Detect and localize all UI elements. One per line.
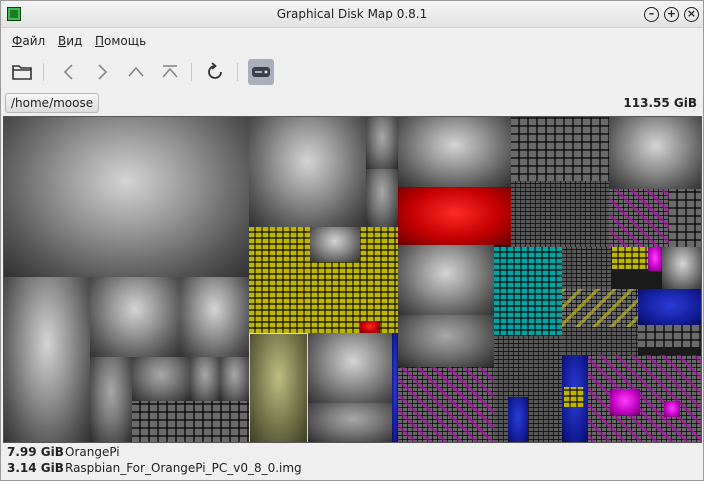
back-button[interactable] <box>56 59 82 85</box>
up-button[interactable] <box>123 59 149 85</box>
treemap-tile[interactable] <box>90 277 180 357</box>
maximize-button[interactable]: + <box>664 7 679 22</box>
treemap-tile[interactable] <box>609 189 669 247</box>
treemap-tile[interactable] <box>398 315 494 367</box>
reload-button[interactable] <box>202 59 228 85</box>
treemap-tile[interactable] <box>612 247 648 269</box>
treemap-tile[interactable] <box>511 181 609 247</box>
treemap-tile[interactable] <box>669 189 701 247</box>
status-row-selected: 3.14 GiBRaspbian_For_OrangePi_PC_v0_8_0.… <box>7 461 302 477</box>
treemap-tile[interactable] <box>4 277 90 442</box>
treemap-tile[interactable] <box>562 289 638 327</box>
path-bar: /home/moose 113.55 GiB <box>1 91 703 115</box>
go-top-button[interactable] <box>157 59 183 85</box>
minimize-button[interactable]: – <box>644 7 659 22</box>
menu-bar: Файл Вид Помощь <box>1 29 703 53</box>
treemap-tile[interactable] <box>494 247 562 335</box>
app-window: Graphical Disk Map 0.8.1 – + × Файл Вид … <box>0 0 704 481</box>
status-row-hovered: 7.99 GiBOrangePi <box>7 445 120 461</box>
treemap-tile[interactable] <box>664 401 680 417</box>
treemap-tile[interactable] <box>90 357 132 442</box>
menu-file[interactable]: Файл <box>12 34 45 48</box>
treemap-tile[interactable] <box>609 117 701 189</box>
path-breadcrumb-button[interactable]: /home/moose <box>5 93 100 113</box>
treemap-tile[interactable] <box>366 117 398 169</box>
toolbar <box>1 55 703 89</box>
status-size: 3.14 GiB <box>7 461 64 475</box>
folder-icon <box>12 65 32 80</box>
treemap-tile[interactable] <box>562 327 638 355</box>
treemap-tile[interactable] <box>4 117 249 277</box>
treemap-tile[interactable] <box>494 335 562 442</box>
treemap-tile[interactable] <box>562 247 612 289</box>
go-top-icon <box>162 65 178 78</box>
treemap-tile[interactable] <box>360 321 380 333</box>
status-bar: 7.99 GiBOrangePi 3.14 GiBRaspbian_For_Or… <box>1 444 703 480</box>
treemap-tile[interactable] <box>398 367 494 442</box>
treemap-tile[interactable] <box>190 357 220 401</box>
treemap-tile[interactable] <box>508 397 528 442</box>
treemap-tile[interactable] <box>132 357 190 401</box>
drive-icon <box>252 67 270 77</box>
treemap-tile[interactable] <box>366 169 398 227</box>
toolbar-separator <box>191 63 192 81</box>
treemap-tile[interactable] <box>648 247 662 271</box>
toolbar-separator <box>237 63 238 81</box>
toolbar-separator <box>43 63 44 81</box>
treemap-tile[interactable] <box>638 325 701 347</box>
status-name: Raspbian_For_OrangePi_PC_v0_8_0.img <box>65 461 302 475</box>
treemap-tile[interactable] <box>398 187 511 245</box>
total-size: 113.55 GiB <box>623 96 697 110</box>
treemap-tile[interactable] <box>638 289 701 325</box>
treemap-tile[interactable] <box>662 247 701 289</box>
treemap-tile[interactable] <box>180 277 249 357</box>
treemap-tile[interactable] <box>398 245 494 315</box>
menu-view[interactable]: Вид <box>58 34 82 48</box>
title-bar[interactable]: Graphical Disk Map 0.8.1 – + × <box>1 1 703 28</box>
treemap-tile[interactable] <box>132 401 249 442</box>
window-title: Graphical Disk Map 0.8.1 <box>276 7 428 21</box>
treemap-tile[interactable] <box>308 403 398 442</box>
treemap-tile[interactable] <box>308 333 398 403</box>
reload-icon <box>208 62 222 79</box>
menu-help[interactable]: Помощь <box>95 34 146 48</box>
chevron-up-icon <box>128 66 144 77</box>
treemap-tile-selected[interactable] <box>249 333 308 442</box>
treemap-tile[interactable] <box>398 117 511 187</box>
treemap-tile[interactable] <box>564 387 584 407</box>
forward-button[interactable] <box>89 59 115 85</box>
treemap-tile[interactable] <box>610 389 640 415</box>
treemap-tile[interactable] <box>511 117 609 181</box>
treemap-tile[interactable] <box>310 227 360 262</box>
chevron-left-icon <box>63 64 73 80</box>
open-folder-button[interactable] <box>9 59 35 85</box>
close-button[interactable]: × <box>684 7 699 22</box>
status-size: 7.99 GiB <box>7 445 64 459</box>
disk-treemap[interactable] <box>3 116 702 443</box>
drive-button[interactable] <box>248 59 274 85</box>
treemap-tile[interactable] <box>249 117 366 227</box>
chevron-right-icon <box>98 64 108 80</box>
status-name: OrangePi <box>65 445 120 459</box>
treemap-tile[interactable] <box>220 357 249 401</box>
